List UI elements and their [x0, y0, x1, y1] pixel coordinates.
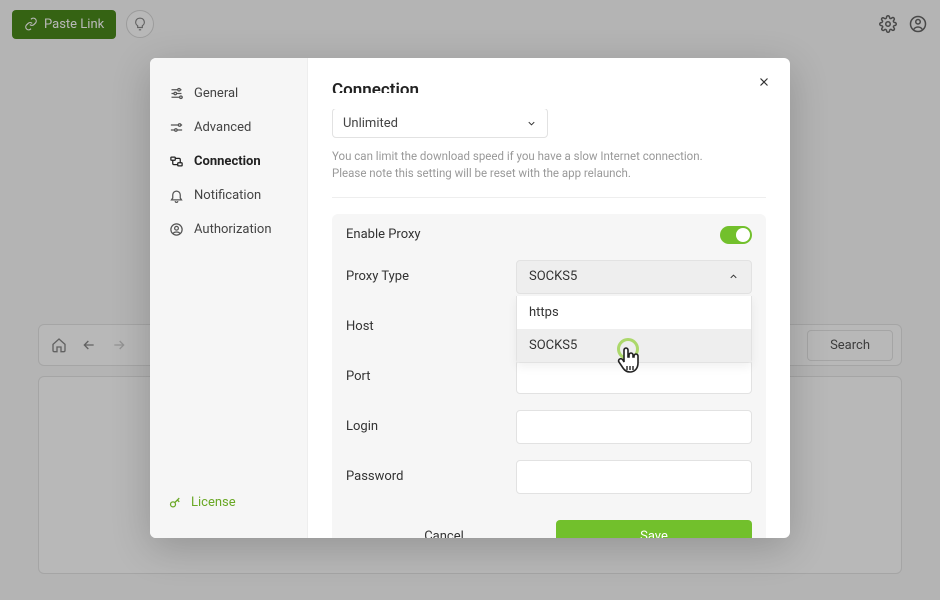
- save-button[interactable]: Save: [556, 520, 752, 539]
- settings-sidebar: General Advanced Connection Notification…: [150, 58, 308, 538]
- sidebar-item-notification[interactable]: Notification: [150, 178, 307, 212]
- enable-proxy-row: Enable Proxy: [332, 214, 766, 256]
- license-label: License: [191, 495, 236, 510]
- close-button[interactable]: [754, 72, 774, 92]
- login-row: Login: [332, 406, 766, 456]
- sidebar-item-label: Authorization: [194, 222, 272, 237]
- sidebar-item-label: Connection: [194, 154, 261, 169]
- speed-limit-hint: You can limit the download speed if you …: [332, 148, 766, 198]
- sidebar-item-general[interactable]: General: [150, 76, 307, 110]
- proxy-type-option-socks5[interactable]: SOCKS5: [517, 329, 751, 362]
- close-icon: [757, 75, 771, 89]
- sidebar-item-connection[interactable]: Connection: [150, 144, 307, 178]
- connection-icon: [168, 153, 184, 169]
- license-link[interactable]: License: [150, 485, 307, 520]
- proxy-type-row: Proxy Type SOCKS5 https SOCKS5: [332, 256, 766, 306]
- hint-line: You can limit the download speed if you …: [332, 148, 766, 165]
- port-label: Port: [346, 369, 516, 384]
- bell-icon: [168, 187, 184, 203]
- chevron-up-icon: [728, 271, 739, 282]
- sidebar-item-authorization[interactable]: Authorization: [150, 212, 307, 246]
- sidebar-item-label: Notification: [194, 188, 261, 203]
- proxy-panel: Enable Proxy Proxy Type SOCKS5 https SOC…: [332, 214, 766, 539]
- proxy-type-value: SOCKS5: [529, 269, 577, 284]
- login-input[interactable]: [516, 410, 752, 444]
- settings-modal: General Advanced Connection Notification…: [150, 58, 790, 538]
- host-label: Host: [346, 319, 516, 334]
- button-row: Cancel Save: [332, 506, 766, 539]
- key-icon: [168, 495, 183, 510]
- enable-proxy-toggle[interactable]: [720, 226, 752, 244]
- password-label: Password: [346, 469, 516, 484]
- adjust-icon: [168, 119, 184, 135]
- enable-proxy-label: Enable Proxy: [346, 227, 516, 242]
- port-input[interactable]: [516, 360, 752, 394]
- chevron-down-icon: [526, 118, 537, 129]
- speed-limit-select[interactable]: Unlimited: [332, 108, 548, 138]
- sidebar-item-label: General: [194, 86, 238, 101]
- port-row: Port: [332, 356, 766, 406]
- login-label: Login: [346, 419, 516, 434]
- sidebar-item-label: Advanced: [194, 120, 251, 135]
- settings-main: Connection Unlimited You can limit the d…: [308, 58, 790, 538]
- save-label: Save: [640, 529, 668, 538]
- proxy-type-select[interactable]: SOCKS5: [516, 260, 752, 294]
- proxy-type-dropdown: https SOCKS5: [516, 296, 752, 363]
- password-input[interactable]: [516, 460, 752, 494]
- speed-limit-value: Unlimited: [343, 116, 398, 131]
- cancel-label: Cancel: [424, 529, 464, 538]
- proxy-type-option-https[interactable]: https: [517, 296, 751, 329]
- sidebar-item-advanced[interactable]: Advanced: [150, 110, 307, 144]
- password-row: Password: [332, 456, 766, 506]
- cancel-button[interactable]: Cancel: [346, 520, 542, 539]
- user-circle-icon: [168, 221, 184, 237]
- proxy-type-label: Proxy Type: [346, 269, 516, 284]
- hint-line: Please note this setting will be reset w…: [332, 165, 766, 182]
- sliders-icon: [168, 85, 184, 101]
